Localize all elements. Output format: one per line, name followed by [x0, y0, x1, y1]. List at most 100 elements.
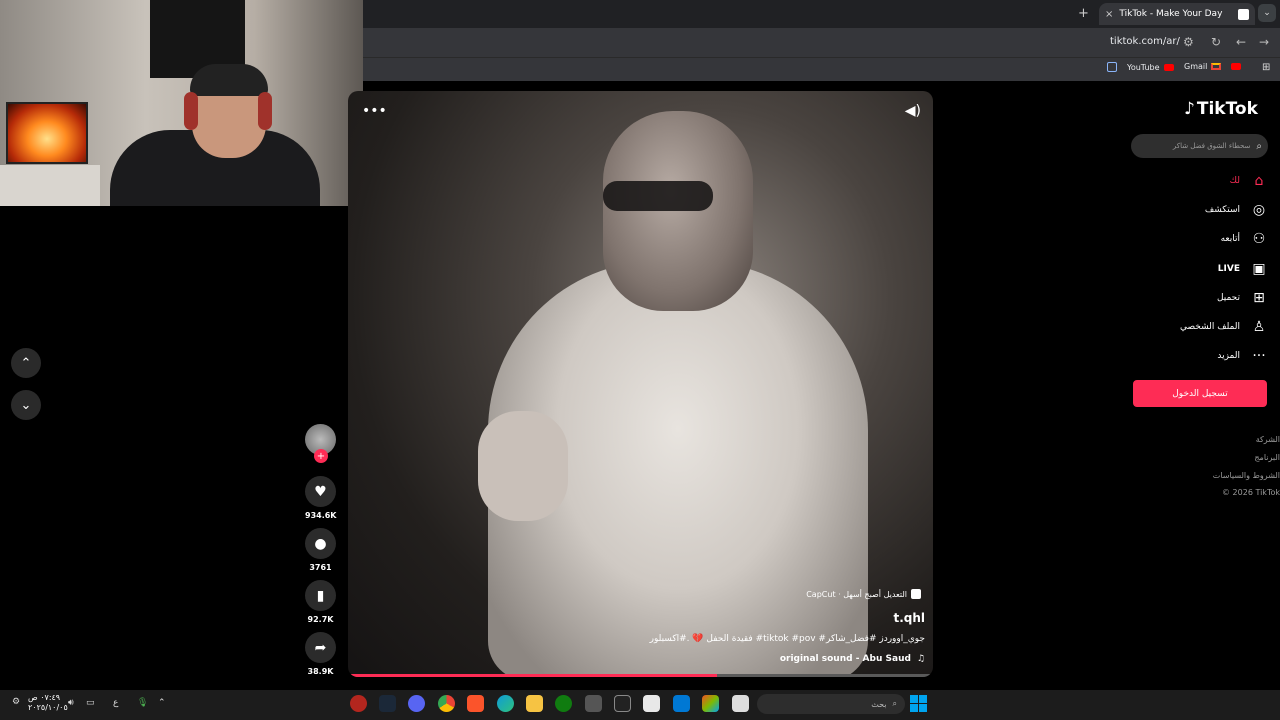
webcam-overlay [0, 0, 363, 206]
taskbar-search-input[interactable]: بحث ⌕ [757, 694, 905, 714]
system-clock[interactable]: ٠٧:٤٩ ص ٢٠٢٥/١٠/٠٥ [28, 693, 68, 713]
search-icon: ⌕ [892, 699, 897, 708]
video-progress-bar[interactable] [348, 674, 933, 677]
share-icon[interactable]: ➦ [305, 632, 336, 663]
video-subject-hand [478, 411, 568, 521]
site-settings-icon[interactable]: ⚙ [1183, 35, 1194, 49]
bookmark-label: Gmail [1184, 62, 1208, 71]
clock-date: ٢٠٢٥/١٠/٠٥ [28, 703, 68, 712]
follow-plus-icon[interactable]: + [314, 449, 328, 463]
xbox-icon[interactable] [555, 695, 572, 712]
webcam-fireplace [6, 102, 88, 164]
bookmark-youtube[interactable]: YouTube [1107, 62, 1174, 72]
sidebar-item-label: استكشف [1204, 205, 1240, 215]
tab-close-icon[interactable]: × [1105, 9, 1113, 20]
capcut-label[interactable]: CapCut · التعديل أصبح أسهل [806, 589, 921, 599]
search-input[interactable]: سحطاء الشوق فضل شاكر ⌕ [1131, 134, 1268, 158]
discord-icon[interactable] [408, 695, 425, 712]
app-icon-1[interactable] [350, 695, 367, 712]
gmail-icon [1211, 63, 1222, 70]
ctrl-app-icon[interactable] [614, 695, 631, 712]
edge-icon[interactable] [497, 695, 514, 712]
share-count: 38.9K [307, 667, 334, 676]
volume-icon[interactable]: ◀) [905, 103, 921, 119]
sidebar-item-label: LIVE [1217, 264, 1240, 274]
chrome-icon[interactable] [438, 695, 455, 712]
footer-program-link[interactable]: البرنامج [1254, 453, 1280, 462]
windows-taskbar [0, 690, 1280, 720]
headphone-right [258, 92, 272, 130]
home-icon: ⌂ [1254, 173, 1264, 189]
tiktok-logo[interactable]: ♪ TikTok [1184, 99, 1258, 119]
heart-icon[interactable]: ♥ [305, 476, 336, 507]
sidebar-item-label: الملف الشخصي [1180, 322, 1240, 332]
video-subject-head [603, 111, 753, 311]
previous-video-button[interactable]: ⌃ [11, 348, 41, 378]
profile-icon: ♙ [1252, 319, 1266, 335]
mail-icon[interactable] [673, 695, 690, 712]
comment-icon[interactable]: ● [305, 528, 336, 559]
clock-time: ٠٧:٤٩ ص [28, 693, 61, 702]
search-icon[interactable]: ⌕ [1256, 141, 1262, 152]
upload-icon: ⊞ [1253, 290, 1265, 306]
reload-icon[interactable]: ↻ [1211, 35, 1221, 49]
video-player[interactable]: ••• ◀) CapCut · التعديل أصبح أسهل t.qhl … [348, 91, 933, 677]
bookmark-icon[interactable]: ▮ [305, 580, 336, 611]
sidebar-item-following[interactable]: أتابعه ⚇ [1150, 228, 1268, 250]
store-icon[interactable] [643, 695, 660, 712]
video-more-button[interactable]: ••• [362, 103, 387, 119]
more-icon: ··· [1252, 348, 1266, 364]
footer-copyright: © 2026 TikTok [1222, 488, 1280, 497]
speaker-icon[interactable]: 🔊︎ [68, 698, 74, 708]
footer-terms-link[interactable]: الشروط والسياسات [1213, 471, 1280, 480]
like-action[interactable]: ♥ 934.6K [305, 476, 337, 520]
url-field[interactable]: tiktok.com/ar/ [1110, 36, 1180, 47]
video-sound[interactable]: original sound - Abu Saud ♫ [780, 654, 925, 664]
logo-text: TikTok [1196, 99, 1258, 119]
windows-start-icon[interactable] [910, 695, 927, 712]
sidebar-item-more[interactable]: المزيد ··· [1150, 345, 1268, 367]
brave-icon[interactable] [467, 695, 484, 712]
sidebar-item-label: تحميل [1216, 293, 1240, 303]
tray-expand-icon[interactable]: ⌃ [158, 698, 166, 708]
app-icon-9[interactable] [585, 695, 602, 712]
save-action[interactable]: ▮ 92.7K [305, 580, 336, 624]
new-tab-button[interactable]: + [1078, 6, 1089, 21]
bookmark-label: YouTube [1127, 62, 1160, 72]
footer-company-link[interactable]: الشركة [1256, 435, 1280, 444]
file-explorer-icon[interactable] [526, 695, 543, 712]
webcam-person-hair [190, 64, 268, 96]
sidebar-item-profile[interactable]: الملف الشخصي ♙ [1150, 316, 1268, 338]
apps-grid-icon[interactable]: ⊞ [1262, 62, 1270, 73]
tab-tiktok[interactable]: × TikTok - Make Your Day [1099, 3, 1255, 25]
tab-search-menu-button[interactable]: ⌄ [1258, 4, 1276, 22]
language-indicator[interactable]: ع [113, 698, 118, 708]
next-video-button[interactable]: ⌄ [11, 390, 41, 420]
sidebar-item-upload[interactable]: تحميل ⊞ [1150, 287, 1268, 309]
network-icon[interactable]: ⚙ [12, 697, 20, 707]
video-caption: فقيدة الحفل 💔 .#اكسبلور #tiktok #pov #جو… [649, 634, 925, 644]
tab-title: TikTok - Make Your Day [1119, 9, 1223, 19]
sidebar-item-live[interactable]: LIVE ▣ [1150, 258, 1268, 280]
login-button[interactable]: تسجيل الدخول [1133, 380, 1267, 407]
sidebar-item-explore[interactable]: استكشف ◎ [1150, 199, 1268, 221]
share-action[interactable]: ➦ 38.9K [305, 632, 336, 676]
tiktok-favicon-icon [1238, 8, 1249, 20]
microphone-icon[interactable]: 🎙︎ [137, 698, 148, 708]
youtube-icon [1231, 63, 1242, 70]
display-icon[interactable]: ▭ [86, 698, 95, 708]
comment-action[interactable]: ● 3761 [305, 528, 336, 572]
taskbar-search-placeholder: بحث [871, 699, 887, 709]
sidebar-item-foryou[interactable]: لك ⌂ [1150, 170, 1268, 192]
bookmark-app-icon [1107, 62, 1117, 72]
tiktok-note-icon: ♪ [1184, 99, 1195, 119]
forward-icon[interactable]: → [1259, 35, 1269, 49]
copilot-icon[interactable] [702, 695, 719, 712]
capcut-text: CapCut · التعديل أصبح أسهل [806, 589, 907, 599]
youtube-icon [1163, 63, 1174, 71]
task-view-icon[interactable] [732, 695, 749, 712]
steam-icon[interactable] [379, 695, 396, 712]
bookmark-gmail[interactable]: Gmail [1184, 62, 1242, 71]
video-author[interactable]: t.qhl [893, 611, 925, 625]
back-icon[interactable]: ← [1236, 35, 1246, 49]
